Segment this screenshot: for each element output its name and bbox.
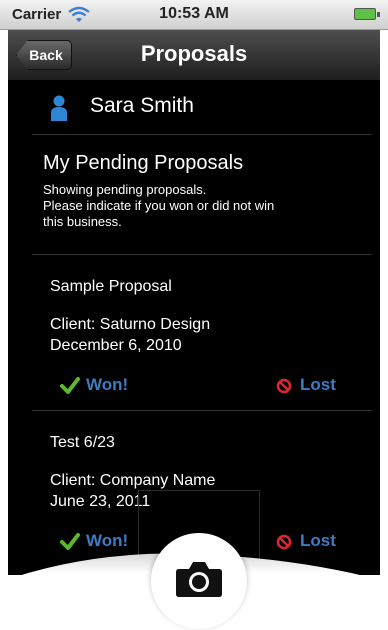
prohibited-icon <box>276 378 292 394</box>
status-bar: Carrier 10:53 AM <box>0 0 388 30</box>
user-name: Sara Smith <box>90 94 194 117</box>
section-title: My Pending Proposals <box>43 152 244 174</box>
proposal-client: Client: Company Name <box>50 472 216 489</box>
camera-icon <box>176 562 222 597</box>
description-line: Showing pending proposals. <box>43 182 207 197</box>
lost-label: Lost <box>300 375 336 394</box>
lost-button[interactable]: Lost <box>276 375 366 397</box>
battery-icon <box>354 8 376 20</box>
proposal-date: December 6, 2010 <box>50 337 182 354</box>
won-label: Won! <box>86 375 129 394</box>
description-line: Please indicate if you won or did not wi… <box>43 198 275 213</box>
divider <box>32 134 372 135</box>
divider <box>32 254 372 255</box>
navigation-bar: Back Proposals <box>8 30 380 81</box>
battery-tip <box>377 12 380 17</box>
description-line: this business. <box>43 214 122 229</box>
user-row[interactable]: Sara Smith <box>32 86 372 128</box>
proposal-name: Sample Proposal <box>50 278 172 295</box>
status-time: 10:53 AM <box>159 5 229 22</box>
person-icon <box>51 95 67 121</box>
proposal-date: June 23, 2011 <box>50 493 151 510</box>
checkmark-icon <box>60 377 80 394</box>
divider <box>32 410 372 411</box>
proposal-client: Client: Saturno Design <box>50 316 211 333</box>
section-description: Showing pending proposals. Please indica… <box>43 182 323 230</box>
won-button[interactable]: Won! <box>60 375 150 397</box>
proposal-name: Test 6/23 <box>50 434 115 451</box>
page-title: Proposals <box>140 41 248 66</box>
camera-button[interactable] <box>151 533 247 629</box>
